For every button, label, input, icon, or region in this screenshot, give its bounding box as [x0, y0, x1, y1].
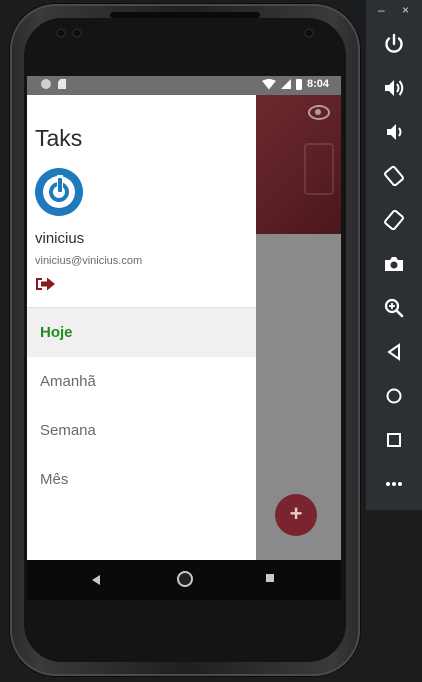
device-sensor	[56, 28, 66, 38]
user-name: vinicius	[35, 230, 85, 247]
home-icon[interactable]	[382, 384, 406, 408]
navigation-drawer: Taks vinicius vinicius@vinicius.com Hoje…	[27, 95, 256, 560]
user-email: vinicius@vinicius.com	[35, 255, 143, 267]
nav-recents-icon[interactable]	[266, 574, 274, 582]
drawer-header: Taks vinicius vinicius@vinicius.com	[27, 95, 256, 308]
menu-item-hoje[interactable]: Hoje	[27, 308, 256, 357]
zoom-icon[interactable]	[382, 296, 406, 320]
menu-item-semana[interactable]: Semana	[27, 406, 256, 455]
volume-up-icon[interactable]	[382, 76, 406, 100]
device-sensor	[72, 28, 82, 38]
close-button[interactable]: ×	[402, 3, 409, 17]
logout-icon[interactable]	[35, 276, 57, 292]
device-camera	[304, 28, 314, 38]
header-illustration	[304, 143, 334, 195]
volume-down-icon[interactable]	[382, 120, 406, 144]
emulator-toolbar: – ×	[366, 0, 422, 510]
add-task-button[interactable]: +	[275, 494, 317, 536]
wifi-icon	[261, 78, 276, 90]
nav-home-icon[interactable]	[177, 571, 193, 587]
rotate-right-icon[interactable]	[382, 208, 406, 232]
menu-item-amanha[interactable]: Amanhã	[27, 357, 256, 406]
device-screen: 8:04 + Taks vinicius vinicius@vinicius.c…	[27, 76, 341, 600]
status-bar: 8:04	[27, 76, 341, 95]
camera-icon[interactable]	[382, 252, 406, 276]
rotate-left-icon[interactable]	[382, 164, 406, 188]
signal-icon	[280, 79, 291, 89]
eye-icon[interactable]	[308, 105, 330, 120]
status-time: 8:04	[306, 78, 329, 90]
power-icon[interactable]	[382, 32, 406, 56]
notification-icon	[41, 79, 51, 89]
app-title: Taks	[35, 125, 83, 151]
system-navigation-bar	[27, 560, 341, 600]
nav-back-icon[interactable]	[92, 575, 100, 585]
overview-icon[interactable]	[382, 428, 406, 452]
back-icon[interactable]	[382, 340, 406, 364]
minimize-button[interactable]: –	[378, 3, 385, 17]
drawer-menu: Hoje Amanhã Semana Mês	[27, 308, 256, 504]
battery-icon	[295, 78, 302, 90]
menu-item-mes[interactable]: Mês	[27, 455, 256, 504]
more-icon[interactable]	[382, 472, 406, 496]
avatar[interactable]	[35, 168, 83, 216]
device-speaker	[110, 12, 260, 18]
sd-card-icon	[58, 79, 66, 89]
